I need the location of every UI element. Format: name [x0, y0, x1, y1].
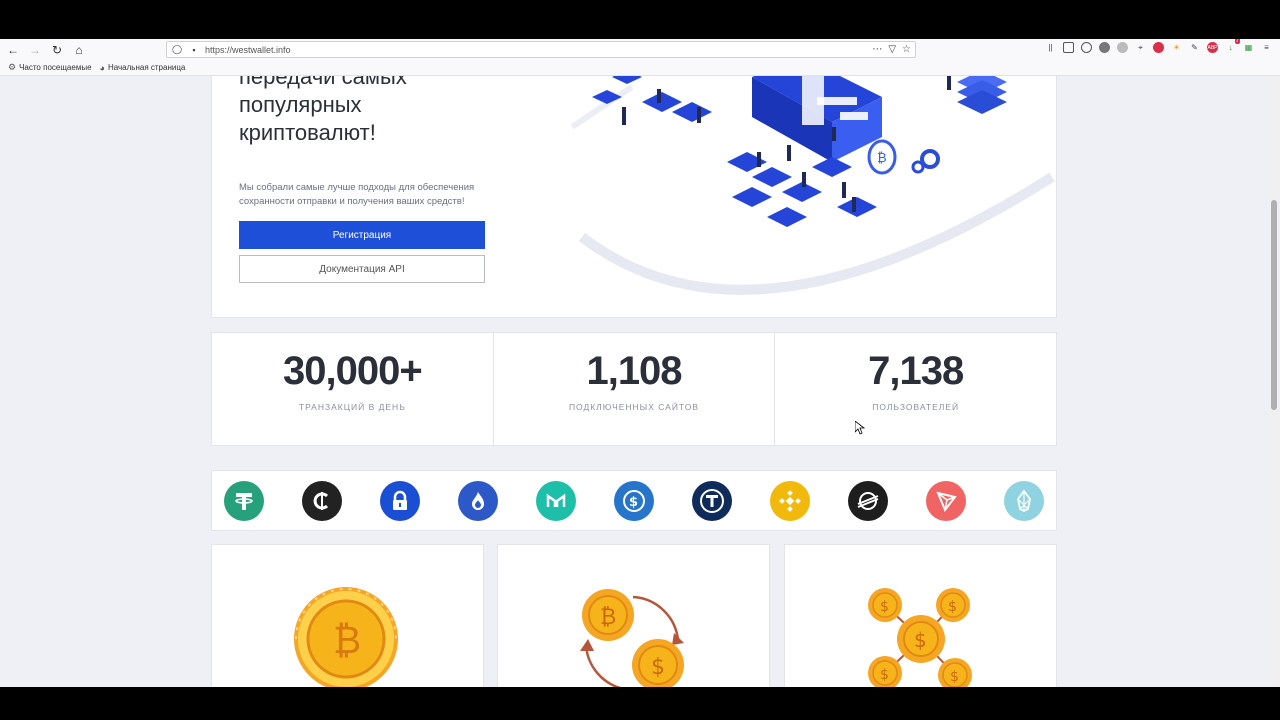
svg-text:$: $ — [950, 669, 959, 685]
forward-icon[interactable]: → — [24, 41, 46, 59]
svg-text:$: $ — [629, 495, 638, 510]
crop-icon[interactable]: ⌖ — [1135, 42, 1146, 53]
svg-text:$: $ — [651, 655, 665, 680]
feature-card-network: $ $ $ $ $ — [784, 544, 1057, 687]
feature-card-wallet: ₿ — [211, 544, 484, 687]
home-icon[interactable]: ⌂ — [68, 41, 90, 59]
supported-coins: $ — [211, 470, 1057, 531]
svg-text:$: $ — [948, 599, 957, 615]
browser-toolbar: ← → ↻ ⌂ ◯ ▪ https://westwallet.info ⋯ ▽ … — [0, 39, 1280, 60]
address-bar[interactable]: ◯ ▪ https://westwallet.info ⋯ ▽ ☆ — [166, 41, 916, 58]
sidebar-icon[interactable] — [1063, 42, 1074, 53]
pocket-red-icon[interactable] — [1153, 42, 1164, 53]
dollar-coin-icon: $ — [897, 615, 945, 663]
usd-coin-icon: $ — [614, 480, 654, 521]
page-actions-icon[interactable]: ⋯ — [872, 44, 882, 55]
eos-icon — [1004, 480, 1044, 521]
stat-label: ТРАНЗАКЦИЙ В ДЕНЬ — [298, 402, 406, 412]
globe-icon: ◕ — [99, 62, 105, 73]
bookmark-star-icon[interactable]: ☆ — [902, 44, 911, 55]
gear-icon: ⚙ — [8, 62, 17, 72]
account-icon[interactable] — [1081, 42, 1092, 53]
dollar-coin-icon: $ — [936, 588, 970, 622]
dollar-coin-icon: $ — [868, 588, 902, 622]
pocket-icon[interactable]: ▽ — [888, 44, 896, 55]
stellar-icon — [848, 480, 888, 521]
binance-icon — [770, 480, 810, 521]
svg-text:$: $ — [880, 667, 889, 683]
library-icon[interactable]: || — [1045, 42, 1056, 53]
maker-icon — [536, 480, 576, 521]
bitcoin-symbol: ₿ — [333, 618, 361, 662]
stat-label: ПОДКЛЮЧЕННЫХ САЙТОВ — [568, 402, 700, 412]
stat-transactions: 30,000+ ТРАНЗАКЦИЙ В ДЕНЬ — [212, 333, 494, 445]
page-content: передачи самых популярных криптовалют! М… — [0, 76, 1268, 687]
register-button[interactable]: Регистрация — [239, 221, 485, 249]
reload-icon[interactable]: ↻ — [46, 41, 68, 59]
tether-icon — [224, 480, 264, 521]
back-icon[interactable]: ← — [2, 41, 24, 59]
coin-network-icon: $ $ $ $ $ — [868, 588, 972, 687]
coin-exchange-icon: ₿ $ — [580, 589, 684, 687]
svg-text:₿: ₿ — [600, 605, 616, 630]
menu-icon[interactable]: ≡ — [1261, 42, 1272, 53]
tron-icon — [926, 480, 966, 521]
extension-icons: || ⌖ ☀ ✎ ABP ↓ 7 ▦ ≡ — [1045, 39, 1272, 53]
huobi-token-icon — [458, 480, 498, 521]
api-docs-button[interactable]: Документация API — [239, 255, 485, 283]
mouse-cursor-icon — [855, 421, 865, 435]
stat-value: 30,000+ — [282, 349, 423, 393]
extension-grey-icon[interactable] — [1117, 42, 1128, 53]
gear-icon — [920, 149, 940, 169]
browser-window: ← → ↻ ⌂ ◯ ▪ https://westwallet.info ⋯ ▽ … — [0, 39, 1280, 687]
stat-sites: 1,108 ПОДКЛЮЧЕННЫХ САЙТОВ — [494, 333, 776, 445]
bookmark-label: Начальная страница — [107, 63, 186, 72]
puzzle-icon[interactable]: ▦ — [1243, 42, 1254, 53]
svg-text:$: $ — [914, 628, 927, 652]
download-badge: 7 — [1234, 39, 1240, 44]
download-extension-icon[interactable]: ↓ 7 — [1225, 39, 1240, 53]
bookmark-label: Часто посещаемые — [19, 63, 92, 72]
hero-title: передачи самых популярных криптовалют! — [239, 76, 407, 145]
sun-extension-icon[interactable]: ☀ — [1171, 42, 1182, 53]
svg-text:$: $ — [880, 599, 889, 615]
lock-icon: ▪ — [192, 44, 196, 55]
scrollbar-thumb[interactable] — [1271, 200, 1277, 410]
lock-coin-icon — [380, 480, 420, 521]
feature-card-exchange: ₿ $ — [497, 544, 770, 687]
bitcoin-symbol: ₿ — [877, 151, 887, 166]
eyedropper-icon[interactable]: ✎ — [1189, 42, 1200, 53]
stat-users: 7,138 ПОЛЬЗОВАТЕЛЕЙ — [775, 333, 1056, 445]
trueusd-icon — [692, 480, 732, 521]
isometric-illustration: ₿ — [570, 76, 1055, 295]
gear-icon — [911, 160, 925, 174]
bookmark-home[interactable]: ◕ Начальная страница — [100, 63, 186, 73]
bitcoin-coin-icon: ₿ — [294, 587, 398, 687]
stat-label: ПОЛЬЗОВАТЕЛЕЙ — [872, 402, 960, 412]
building-window — [840, 112, 868, 120]
building-window — [817, 97, 857, 105]
bookmark-frequent[interactable]: ⚙ Часто посещаемые — [8, 62, 92, 73]
url-text: https://westwallet.info — [205, 44, 291, 55]
hero-section: передачи самых популярных криптовалют! М… — [211, 76, 1057, 318]
coinex-icon — [302, 480, 342, 521]
adblock-icon[interactable]: ABP — [1207, 42, 1218, 53]
shield-icon[interactable]: ◯ — [170, 44, 184, 55]
stat-value: 1,108 — [586, 349, 682, 393]
hero-description: Мы собрали самые лучше подходы для обесп… — [239, 182, 475, 207]
sync-icon[interactable] — [1099, 42, 1110, 53]
stats-section: 30,000+ ТРАНЗАКЦИЙ В ДЕНЬ 1,108 ПОДКЛЮЧЕ… — [211, 332, 1057, 446]
bookmarks-toolbar: ⚙ Часто посещаемые ◕ Начальная страница — [0, 60, 1280, 76]
page-scrollbar[interactable] — [1268, 76, 1280, 687]
stat-value: 7,138 — [868, 349, 964, 393]
